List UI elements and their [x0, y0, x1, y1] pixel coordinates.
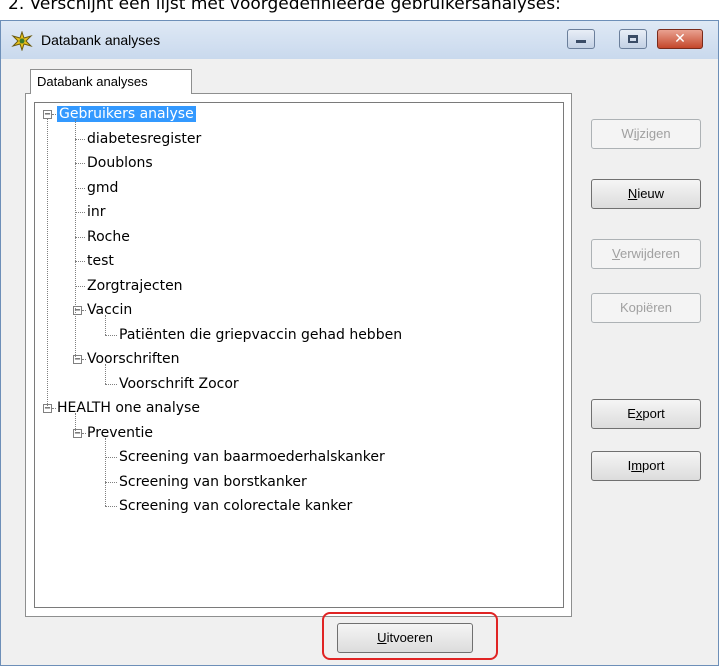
tree-connector	[105, 481, 117, 483]
tree-item[interactable]: diabetesregister	[87, 128, 201, 150]
minimize-icon	[576, 40, 586, 43]
button-label-post: port	[642, 458, 665, 473]
tree-item-label: gmd	[87, 179, 119, 196]
close-icon: ✕	[674, 31, 686, 47]
tree-connector	[75, 285, 85, 287]
tree-connector	[47, 119, 48, 408]
tree-connector	[75, 212, 85, 213]
app-icon	[11, 31, 33, 51]
tree-connector	[75, 413, 76, 433]
title-bar[interactable]: Databank analyses ✕	[1, 21, 718, 59]
tree-item-label: HEALTH one analyse	[57, 400, 200, 416]
tree-item[interactable]: Voorschrift Zocor	[119, 373, 239, 395]
tree-item-label: Doublons	[87, 155, 153, 171]
wijzigen-button[interactable]: Wijzigen	[591, 119, 701, 149]
databank-analyses-window: Databank analyses ✕ Databank analyses − G…	[0, 20, 719, 666]
maximize-icon	[628, 35, 638, 43]
tree-item[interactable]: test	[87, 250, 114, 272]
tree-item[interactable]: Vaccin	[87, 299, 132, 321]
instruction-caption: 2. Verschijnt een lijst met voorgedefini…	[8, 0, 561, 14]
tree-connector	[105, 315, 106, 335]
tree-connector	[75, 236, 85, 238]
tree-item-label: Preventie	[87, 424, 154, 441]
analyses-tree[interactable]: − Gebruikers analyse diabetesregister Doubl…	[34, 102, 564, 608]
button-label-post: erwijderen	[619, 246, 680, 261]
tree-connector	[52, 114, 56, 115]
tree-item[interactable]: Doublons	[87, 152, 153, 174]
tree-item-label: test	[87, 253, 114, 269]
tree-item-label: Screening van colorectale kanker	[119, 498, 353, 514]
export-button[interactable]: Export	[591, 399, 701, 429]
button-label-post: ieuw	[637, 186, 665, 201]
tree-item[interactable]: HEALTH one analyse	[57, 397, 200, 419]
highlight-annotation	[322, 612, 498, 660]
button-label-key: m	[631, 458, 643, 473]
button-label-pre: Kopiëren	[619, 300, 673, 315]
tree-item-label: Roche	[87, 228, 130, 245]
tree-item[interactable]: Zorgtrajecten	[87, 275, 183, 297]
tree-item[interactable]: Voorschriften	[87, 348, 180, 370]
tree-connector	[75, 138, 85, 140]
button-label-key: V	[612, 246, 620, 261]
tree-item[interactable]: gmd	[87, 177, 118, 199]
tree-connector	[105, 334, 117, 336]
tree-connector	[75, 187, 85, 189]
tab-panel: − Gebruikers analyse diabetesregister Doubl…	[25, 93, 572, 617]
import-button[interactable]: Import	[591, 451, 701, 481]
tree-item-label: Zorgtrajecten	[87, 277, 183, 294]
tree-item[interactable]: inr	[87, 201, 106, 223]
tree-connector	[105, 383, 117, 385]
tree-item[interactable]: Preventie	[87, 422, 153, 444]
nieuw-button[interactable]: Nieuw	[591, 179, 701, 209]
tree-item[interactable]: Roche	[87, 226, 130, 248]
minimize-button[interactable]	[567, 29, 595, 49]
tree-connector	[75, 119, 76, 359]
tree-connector	[105, 506, 117, 507]
tree-connector	[52, 408, 56, 409]
tree-item-label: Patiënten die griepvaccin gehad hebben	[119, 326, 403, 343]
button-label-post: jzigen	[636, 126, 671, 141]
button-label-pre: E	[627, 406, 636, 421]
tree-connector	[82, 359, 86, 360]
tree-item-label: Voorschrift Zocor	[119, 375, 239, 392]
tab-databank-analyses[interactable]: Databank analyses	[30, 69, 192, 94]
button-label-post: port	[642, 406, 665, 421]
tree-item[interactable]: Screening van borstkanker	[119, 471, 307, 493]
verwijderen-button[interactable]: Verwijderen	[591, 239, 701, 269]
close-button[interactable]: ✕	[657, 29, 703, 49]
tree-item-label: Vaccin	[87, 302, 133, 318]
kopieren-button[interactable]: Kopiëren	[591, 293, 701, 323]
tree-item[interactable]: Screening van colorectale kanker	[119, 495, 352, 517]
tree-expander-icon[interactable]: −	[43, 110, 52, 120]
tree-connector	[82, 310, 86, 311]
tree-connector	[105, 437, 106, 506]
tree-item-label: Voorschriften	[87, 351, 180, 367]
tree-item-label: inr	[87, 204, 106, 220]
tree-connector	[105, 457, 117, 458]
window-title: Databank analyses	[41, 32, 161, 48]
tree-connector	[75, 261, 85, 262]
tree-item[interactable]: Screening van baarmoederhalskanker	[119, 446, 385, 468]
tree-connector	[75, 163, 85, 164]
tree-connector	[105, 364, 106, 384]
tree-item[interactable]: Patiënten die griepvaccin gehad hebben	[119, 324, 402, 346]
button-label-pre: W	[621, 126, 634, 141]
tree-item-label: Screening van borstkanker	[119, 473, 307, 490]
tree-item-label: Screening van baarmoederhalskanker	[119, 449, 385, 465]
tree-item-label: Gebruikers analyse	[57, 106, 196, 122]
tree-item[interactable]: Gebruikers analyse	[57, 103, 196, 125]
button-label-key: N	[627, 186, 638, 201]
tree-item-label: diabetesregister	[87, 130, 202, 147]
maximize-button[interactable]	[619, 29, 647, 49]
tree-connector	[82, 432, 86, 434]
